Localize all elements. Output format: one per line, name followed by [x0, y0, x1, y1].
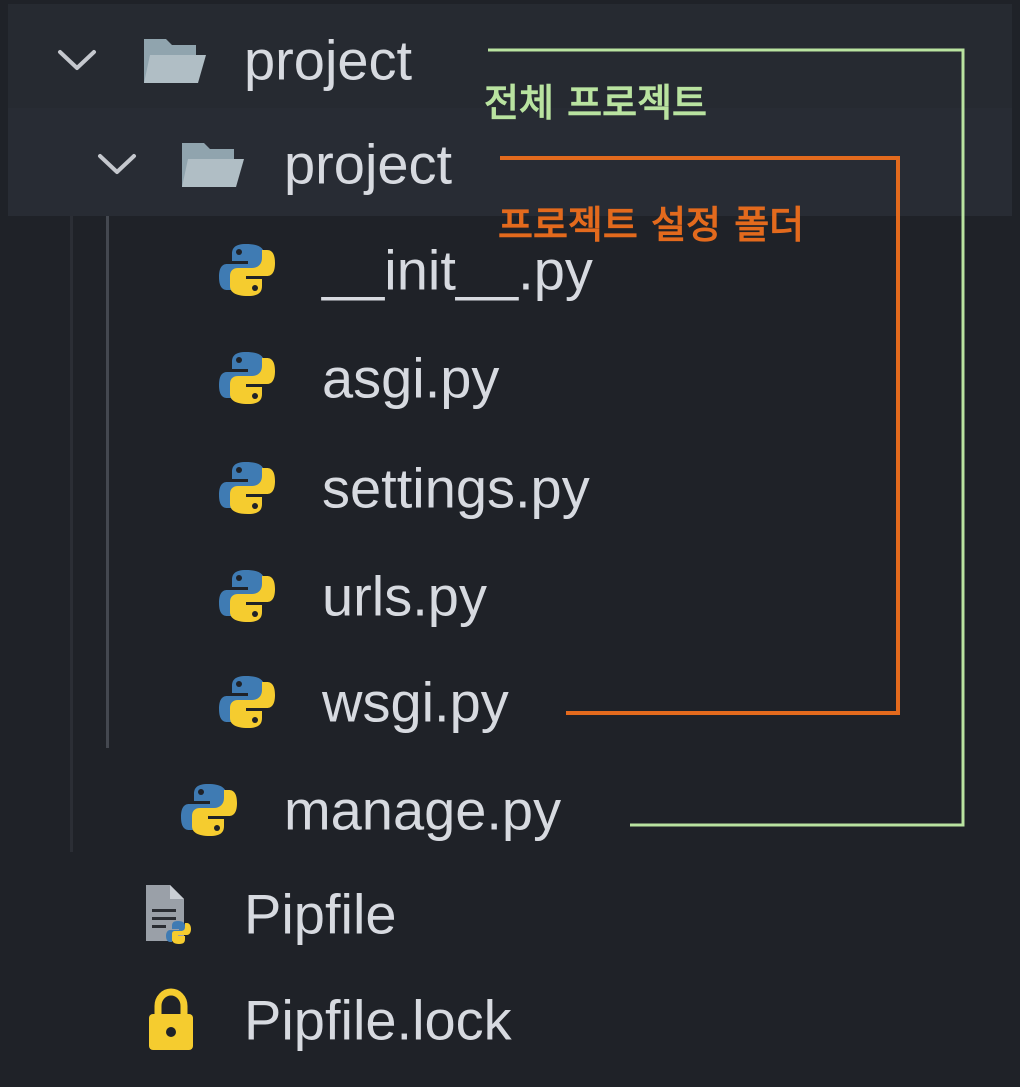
python-icon	[219, 462, 275, 514]
tree-item-label: asgi.py	[322, 346, 500, 410]
tree-item-label: project	[244, 28, 413, 92]
tree-item-label: project	[284, 132, 453, 196]
tree-item-pipfile-lock[interactable]: Pipfile.lock	[0, 968, 1020, 1072]
tree-item-manage-py[interactable]: manage.py	[0, 758, 1020, 862]
tree-item-label: wsgi.py	[322, 670, 509, 734]
python-icon	[181, 784, 237, 836]
chevron-down-icon[interactable]	[56, 46, 98, 74]
pipfile-icon	[146, 885, 191, 944]
python-icon	[219, 676, 275, 728]
tree-item-settings-py[interactable]: settings.py	[0, 436, 1020, 540]
whole-project-annotation: 전체 프로젝트	[484, 81, 707, 125]
tree-item-urls-py[interactable]: urls.py	[0, 544, 1020, 648]
file-explorer: project project __init__.py asgi.py sett…	[0, 0, 1020, 1087]
tree-item-label: settings.py	[322, 456, 590, 520]
settings-folder-annotation: 프로젝트 설정 폴더	[498, 203, 805, 247]
tree-item-pipfile[interactable]: Pipfile	[0, 862, 1020, 966]
tree-item-label: Pipfile	[244, 882, 397, 946]
tree-item-label: manage.py	[284, 778, 562, 842]
tree-item-label: urls.py	[322, 564, 487, 628]
tree-item-asgi-py[interactable]: asgi.py	[0, 326, 1020, 430]
lock-icon	[149, 988, 193, 1050]
tree-item-wsgi-py[interactable]: wsgi.py	[0, 650, 1020, 754]
tree-item-label: Pipfile.lock	[244, 988, 512, 1052]
python-icon	[219, 244, 275, 296]
folder-open-icon	[182, 143, 244, 187]
python-icon	[219, 352, 275, 404]
python-icon	[219, 570, 275, 622]
folder-open-icon	[144, 39, 206, 83]
chevron-down-icon[interactable]	[96, 150, 138, 178]
